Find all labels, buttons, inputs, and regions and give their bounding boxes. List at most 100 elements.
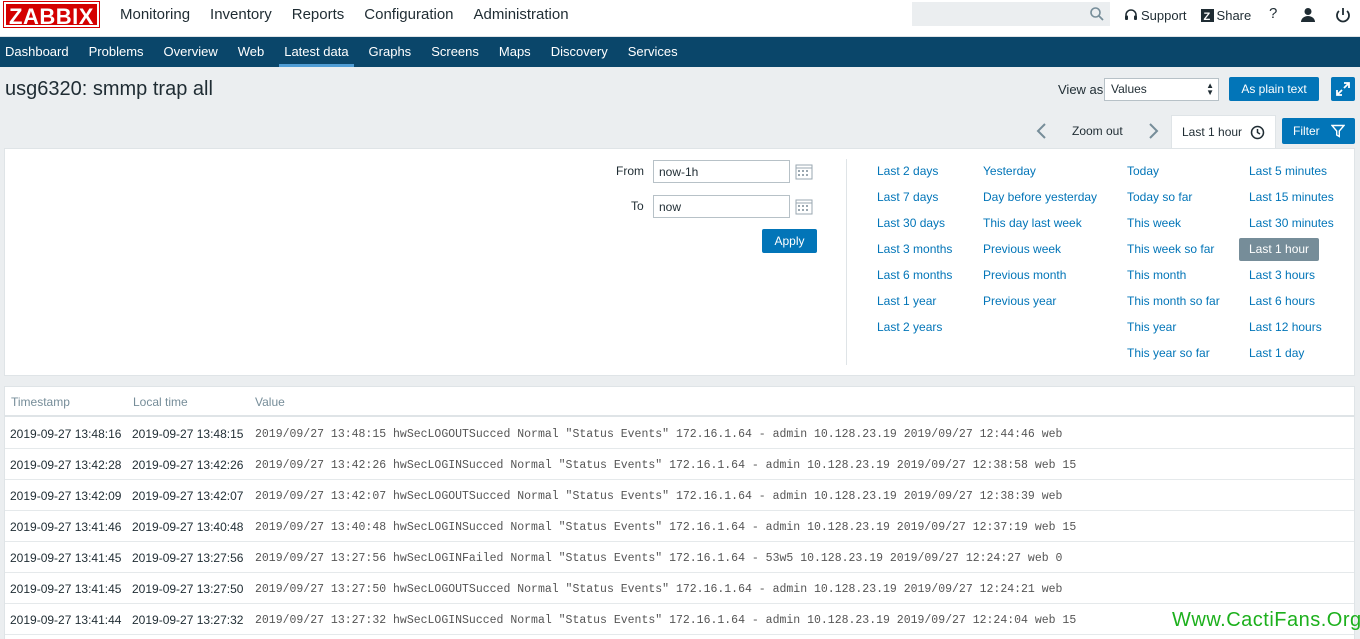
cell-value: 2019/09/27 13:27:50 hwSecLOGOUTSucced No… xyxy=(255,583,1063,596)
filter-button[interactable]: Filter xyxy=(1282,118,1355,144)
support-label: Support xyxy=(1141,7,1187,23)
filter-label: Filter xyxy=(1293,124,1320,138)
quick-range-link[interactable]: This week xyxy=(1127,215,1220,241)
history-table: Timestamp Local time Value 2019-09-27 13… xyxy=(4,386,1355,639)
as-plain-text-button[interactable]: As plain text xyxy=(1229,77,1319,101)
zabbix-logo[interactable]: ZABBIX xyxy=(3,1,100,29)
zoom-out-button[interactable]: Zoom out xyxy=(1072,124,1123,138)
sub-nav-overview[interactable]: Overview xyxy=(159,37,223,67)
quick-range-link[interactable]: This year so far xyxy=(1127,345,1220,371)
table-row: 2019-09-27 13:48:16 2019-09-27 13:48:15 20… xyxy=(5,418,1354,449)
quick-range-link[interactable]: Last 2 days xyxy=(877,163,952,189)
quick-range-link[interactable]: This week so far xyxy=(1127,241,1220,267)
quick-range-link[interactable]: This month so far xyxy=(1127,293,1220,319)
quick-range-link[interactable]: Last 2 years xyxy=(877,319,952,345)
column-header-local-time: Local time xyxy=(133,395,188,409)
calendar-icon[interactable] xyxy=(795,199,813,215)
sub-nav-latest-data[interactable]: Latest data xyxy=(279,37,354,67)
time-period-tab[interactable]: Last 1 hour xyxy=(1171,115,1276,149)
quick-range-link[interactable]: Previous week xyxy=(983,241,1097,267)
share-link[interactable]: Z Share xyxy=(1200,7,1252,23)
cell-value: 2019/09/27 13:27:32 hwSecLOGINSucced Nor… xyxy=(255,614,1077,627)
quick-range-link[interactable]: Last 3 months xyxy=(877,241,952,267)
fullscreen-button[interactable] xyxy=(1331,77,1355,101)
quick-range-link[interactable]: This day last week xyxy=(983,215,1097,241)
quick-range-link[interactable]: This year xyxy=(1127,319,1220,345)
view-as-select[interactable]: Values ▲ ▼ xyxy=(1104,78,1219,101)
cell-value: 2019/09/27 13:40:48 hwSecLOGINSucced Nor… xyxy=(255,521,1077,534)
quick-range-link[interactable]: Last 1 day xyxy=(1249,345,1334,371)
sub-nav-maps[interactable]: Maps xyxy=(494,37,536,67)
panel-divider xyxy=(846,159,847,365)
sub-nav-problems[interactable]: Problems xyxy=(84,37,149,67)
cell-value: 2019/09/27 13:48:15 hwSecLOGOUTSucced No… xyxy=(255,428,1063,441)
cell-timestamp: 2019-09-27 13:41:46 xyxy=(10,520,122,534)
sub-nav: Dashboard Problems Overview Web Latest d… xyxy=(0,37,1360,67)
quick-range-link[interactable]: Last 6 months xyxy=(877,267,952,293)
quick-range-link[interactable]: Last 3 hours xyxy=(1249,267,1334,293)
search-input[interactable] xyxy=(912,2,1110,26)
quick-range-column-2: Yesterday Day before yesterday This day … xyxy=(983,163,1097,319)
column-header-timestamp: Timestamp xyxy=(11,395,70,409)
cell-value: 2019/09/27 13:27:56 hwSecLOGINFailed Nor… xyxy=(255,552,1063,565)
from-input[interactable] xyxy=(653,160,790,183)
quick-range-link[interactable]: Today so far xyxy=(1127,189,1220,215)
support-link[interactable]: Support xyxy=(1124,8,1187,23)
sub-nav-services[interactable]: Services xyxy=(623,37,683,67)
main-nav-reports[interactable]: Reports xyxy=(282,0,355,37)
sub-nav-web[interactable]: Web xyxy=(233,37,270,67)
headset-icon xyxy=(1125,9,1137,20)
cell-timestamp: 2019-09-27 13:42:28 xyxy=(10,458,122,472)
quick-range-link[interactable]: Previous year xyxy=(983,293,1097,319)
power-icon[interactable] xyxy=(1334,6,1352,24)
quick-range-selected[interactable]: Last 1 hour xyxy=(1239,238,1320,261)
time-period-label: Last 1 hour xyxy=(1182,125,1243,139)
quick-range-link[interactable]: Previous month xyxy=(983,267,1097,293)
cell-local-time: 2019-09-27 13:48:15 xyxy=(132,427,244,441)
quick-range-link[interactable]: Today xyxy=(1127,163,1220,189)
search-icon[interactable] xyxy=(1089,6,1105,22)
sub-nav-discovery[interactable]: Discovery xyxy=(546,37,613,67)
cell-timestamp: 2019-09-27 13:42:09 xyxy=(10,489,122,503)
share-icon: Z xyxy=(1200,8,1214,22)
table-header: Timestamp Local time Value xyxy=(5,387,1354,417)
quick-range-link[interactable]: Last 5 minutes xyxy=(1249,163,1334,189)
apply-button[interactable]: Apply xyxy=(762,229,817,253)
select-arrows-icon: ▲ ▼ xyxy=(1206,81,1214,97)
quick-range-link[interactable]: Last 7 days xyxy=(877,189,952,215)
chevron-right-icon xyxy=(1149,123,1159,139)
time-nav: Zoom out Last 1 hour Filter xyxy=(0,115,1360,149)
time-forward-button[interactable] xyxy=(1145,122,1161,140)
calendar-icon[interactable] xyxy=(795,164,813,180)
main-nav-monitoring[interactable]: Monitoring xyxy=(110,0,200,37)
user-icon[interactable] xyxy=(1299,6,1317,24)
cell-timestamp: 2019-09-27 13:41:45 xyxy=(10,551,122,565)
quick-range-link[interactable]: Last 30 days xyxy=(877,215,952,241)
page-title: usg6320: smmp trap all xyxy=(5,78,213,100)
table-row: 2019-09-27 13:42:28 2019-09-27 13:42:26 20… xyxy=(5,449,1354,480)
table-row: 2019-09-27 13:41:45 2019-09-27 13:27:50 20… xyxy=(5,573,1354,604)
chevron-left-icon xyxy=(1036,123,1046,139)
quick-range-link[interactable]: Yesterday xyxy=(983,163,1097,189)
share-label: Share xyxy=(1216,7,1252,23)
cell-timestamp: 2019-09-27 13:41:45 xyxy=(10,582,122,596)
main-nav-inventory[interactable]: Inventory xyxy=(200,0,282,37)
quick-range-link[interactable]: Day before yesterday xyxy=(983,189,1097,215)
main-nav-configuration[interactable]: Configuration xyxy=(354,0,463,37)
time-back-button[interactable] xyxy=(1034,122,1050,140)
quick-range-link[interactable]: Last 6 hours xyxy=(1249,293,1334,319)
view-as-label: View as xyxy=(1058,82,1104,97)
sub-nav-dashboard[interactable]: Dashboard xyxy=(0,37,74,67)
main-nav-administration[interactable]: Administration xyxy=(464,0,579,37)
quick-range-link[interactable]: This month xyxy=(1127,267,1220,293)
quick-range-link[interactable]: Last 15 minutes xyxy=(1249,189,1334,215)
cell-local-time: 2019-09-27 13:27:56 xyxy=(132,551,244,565)
quick-range-link[interactable]: Last 1 year xyxy=(877,293,952,319)
sub-nav-graphs[interactable]: Graphs xyxy=(364,37,417,67)
help-icon[interactable]: ? xyxy=(1269,6,1287,24)
table-row: 2019-09-27 13:41:44 2019-09-27 13:27:32 20… xyxy=(5,604,1354,635)
sub-nav-screens[interactable]: Screens xyxy=(426,37,484,67)
quick-range-link[interactable]: Last 12 hours xyxy=(1249,319,1334,345)
to-input[interactable] xyxy=(653,195,790,218)
table-row: 2019-09-27 13:41:46 2019-09-27 13:40:48 20… xyxy=(5,511,1354,542)
